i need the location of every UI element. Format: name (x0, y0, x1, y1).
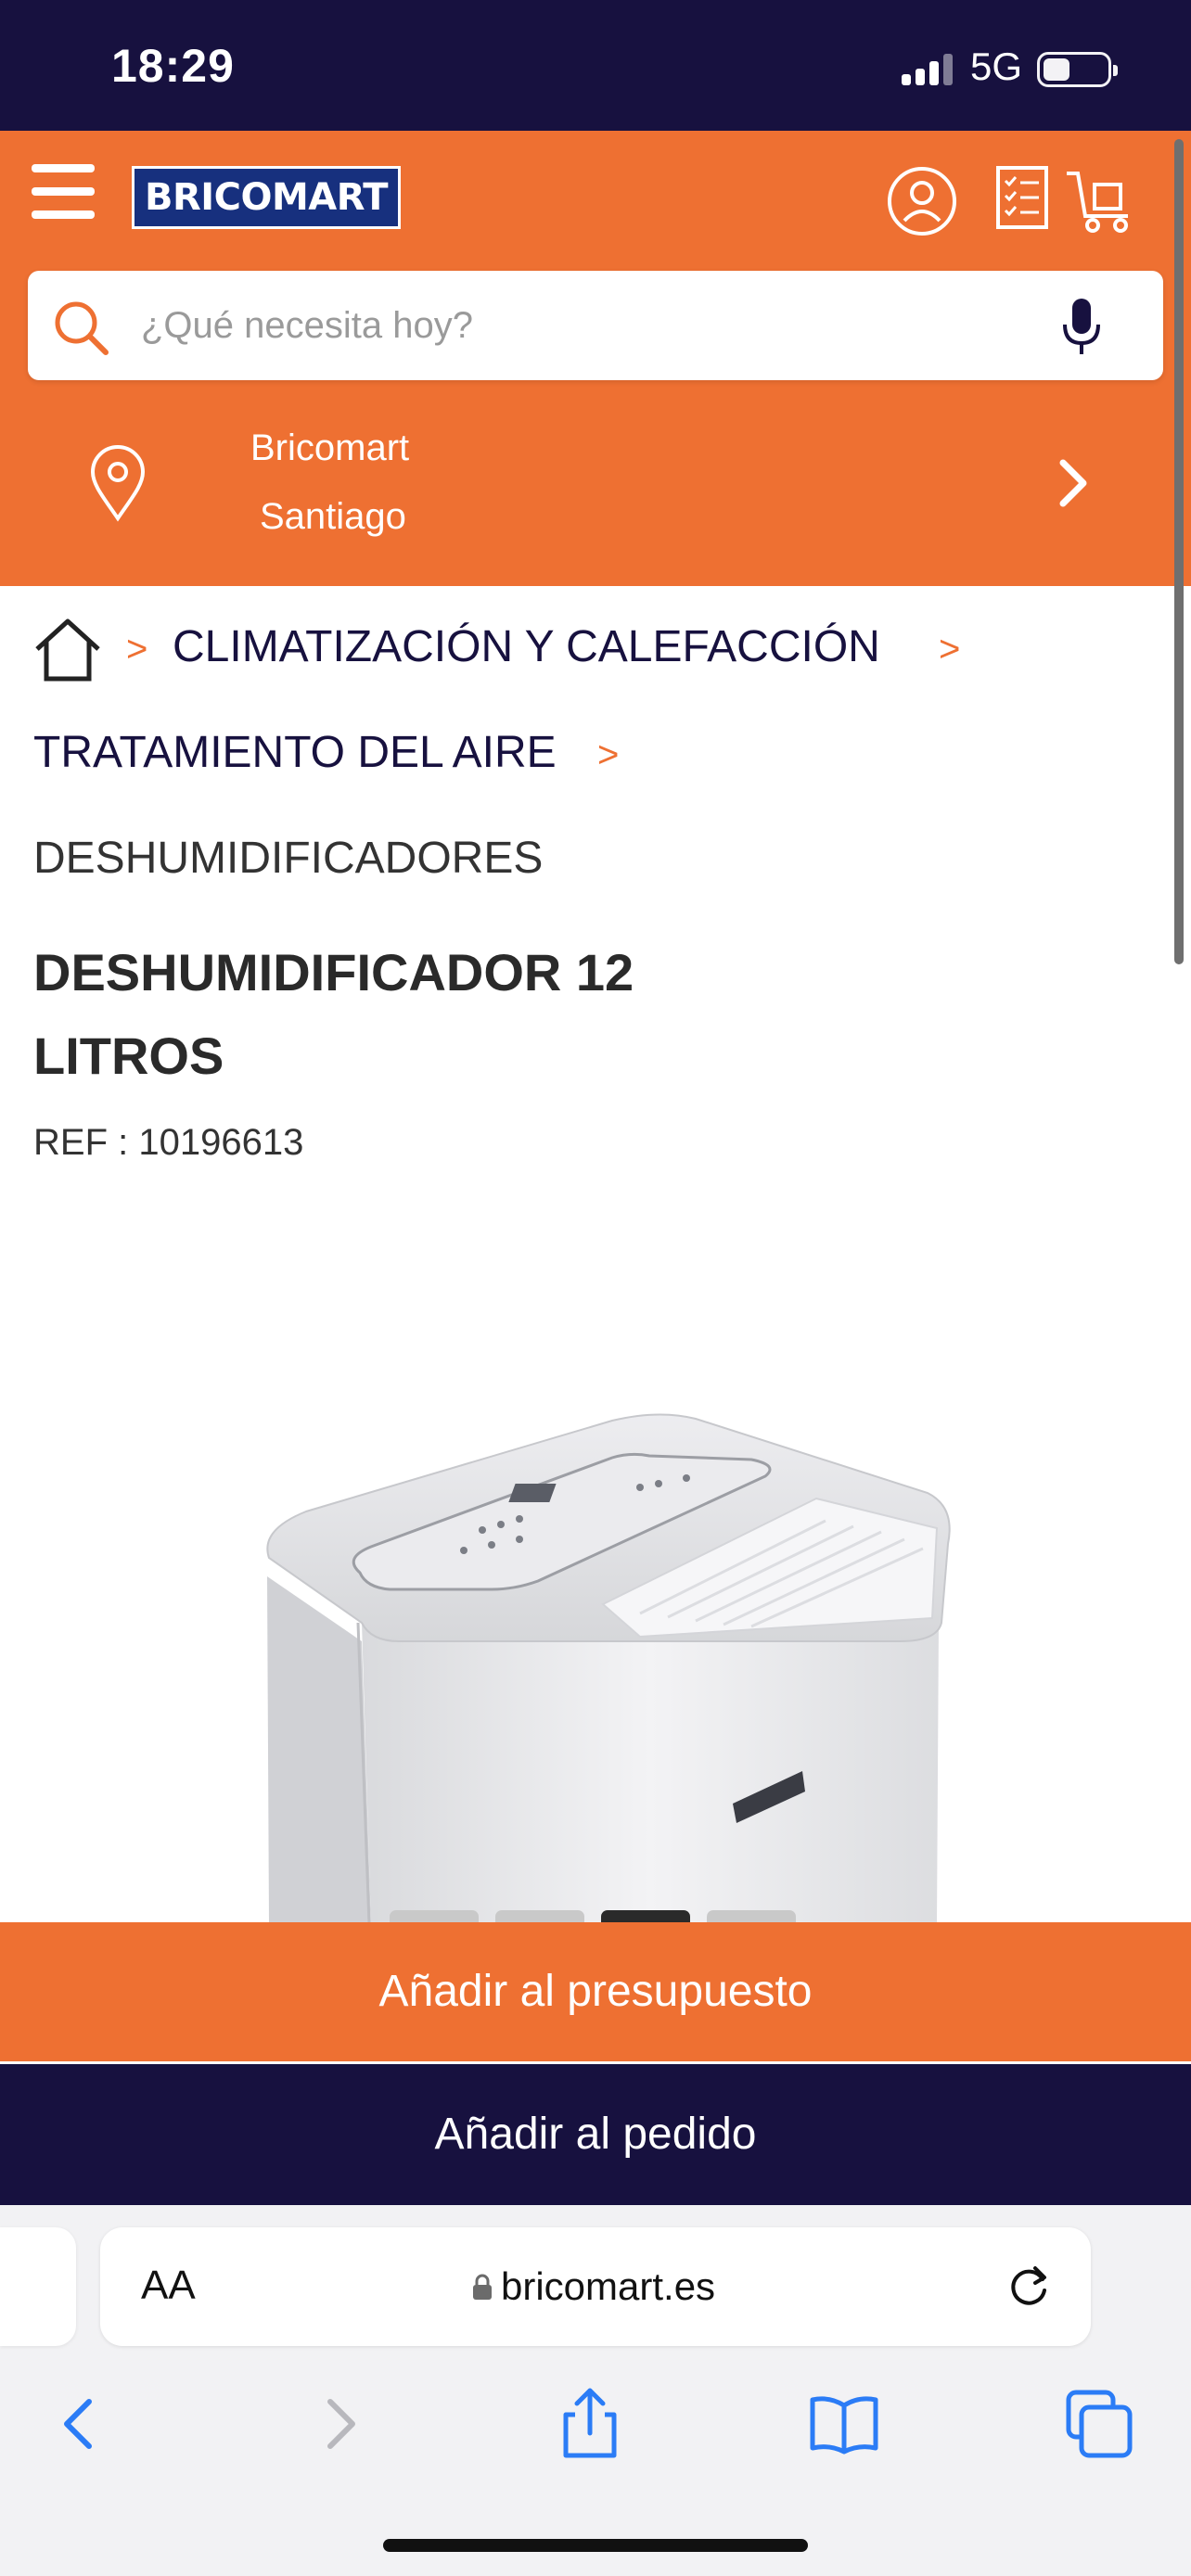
forward-icon[interactable] (302, 2387, 377, 2461)
network-type: 5G (970, 45, 1023, 88)
status-bar: 18:29 5G (0, 0, 1191, 131)
store-selector[interactable]: Bricomart Santiago (0, 407, 1191, 574)
cart-icon[interactable] (1063, 162, 1137, 236)
chevron-right-icon[interactable] (1048, 453, 1098, 513)
carousel-dot[interactable] (495, 1910, 584, 1923)
breadcrumb-item-tratamiento[interactable]: TRATAMIENTO DEL AIRE (33, 727, 557, 778)
add-to-order-button[interactable]: Añadir al pedido (0, 2064, 1191, 2205)
user-icon[interactable] (886, 165, 958, 237)
tabs-icon[interactable] (1061, 2387, 1135, 2461)
carousel-dot[interactable] (390, 1910, 479, 1923)
home-indicator (383, 2539, 808, 2552)
battery-icon (1037, 52, 1118, 87)
search-icon[interactable] (48, 295, 113, 360)
site-logo[interactable]: BRICOMART (132, 166, 401, 229)
reader-settings-button[interactable]: AA (141, 2263, 196, 2309)
share-icon[interactable] (553, 2387, 627, 2461)
signal-icon (902, 52, 955, 85)
lock-icon (473, 2274, 492, 2300)
reload-icon[interactable] (1002, 2259, 1056, 2313)
search-bar[interactable] (28, 271, 1163, 380)
home-icon[interactable] (32, 616, 104, 682)
scrollbar[interactable] (1174, 139, 1184, 964)
carousel-dot-active[interactable] (601, 1910, 690, 1923)
url-text: bricomart.es (501, 2264, 716, 2308)
back-icon[interactable] (43, 2387, 117, 2461)
menu-icon[interactable] (32, 164, 95, 220)
breadcrumb-current: DESHUMIDIFICADORES (33, 834, 544, 883)
aa-label: AA (141, 2263, 196, 2308)
search-input[interactable] (141, 295, 976, 356)
list-icon[interactable] (994, 164, 1050, 231)
store-name: Bricomart (250, 427, 410, 468)
product-title-line1: DESHUMIDIFICADOR 12 (33, 943, 634, 1001)
site-header: BRICOMART Bricomart Santiago (0, 131, 1191, 586)
add-to-budget-button[interactable]: Añadir al presupuesto (0, 1922, 1191, 2061)
status-time: 18:29 (111, 40, 235, 92)
microphone-icon[interactable] (1057, 295, 1106, 360)
breadcrumb-item-climatizacion[interactable]: CLIMATIZACIÓN Y CALEFACCIÓN (173, 621, 880, 672)
breadcrumb-separator: > (597, 734, 620, 775)
carousel-dot[interactable] (707, 1910, 796, 1923)
breadcrumb-separator: > (939, 629, 961, 670)
bookmarks-icon[interactable] (807, 2387, 881, 2461)
location-pin-icon (90, 445, 146, 522)
previous-tab[interactable] (0, 2227, 76, 2346)
product-title-line2: LITROS (33, 1027, 224, 1085)
image-carousel-dots (390, 1910, 807, 1923)
address-bar[interactable]: AA bricomart.es (100, 2227, 1091, 2346)
breadcrumb-separator: > (126, 629, 148, 670)
product-image[interactable] (250, 1391, 974, 1924)
store-city: Santiago (260, 496, 406, 537)
product-reference: REF : 10196613 (33, 1122, 304, 1163)
browser-toolbar: AA bricomart.es (0, 2205, 1191, 2576)
product-title: DESHUMIDIFICADOR 12 LITROS (33, 931, 683, 1098)
